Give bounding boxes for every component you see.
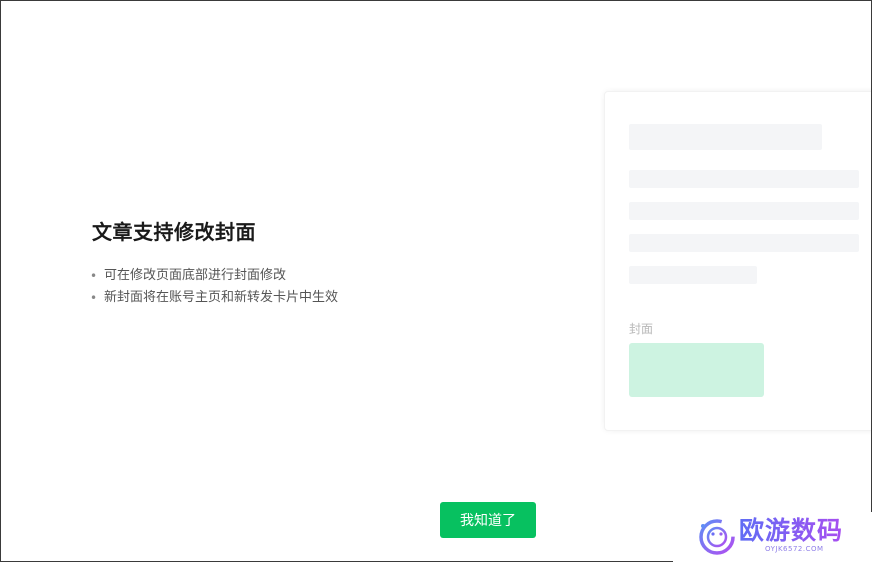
cover-label: 封面 xyxy=(629,322,654,336)
bullet-text: 新封面将在账号主页和新转发卡片中生效 xyxy=(104,290,339,305)
skeleton-title-line xyxy=(629,124,822,150)
skeleton-text-line xyxy=(629,234,859,252)
bullet-dot-icon: • xyxy=(90,291,98,305)
skeleton-text-line-short xyxy=(629,266,757,284)
watermark-subtext: OYJK6572.COM xyxy=(765,545,824,553)
article-preview-card: 封面 xyxy=(604,91,871,431)
cover-placeholder xyxy=(629,343,764,397)
bullet-dot-icon: • xyxy=(90,269,98,283)
watermark-text: 欧游数码 xyxy=(739,516,844,545)
skeleton-text-line xyxy=(629,202,859,220)
bullet-item: • 新封面将在账号主页和新转发卡片中生效 xyxy=(90,287,338,309)
skeleton-text-line xyxy=(629,170,859,188)
watermark: 欧游数码 OYJK6572.COM xyxy=(673,512,872,562)
feature-bullet-list: • 可在修改页面底部进行封面修改 • 新封面将在账号主页和新转发卡片中生效 xyxy=(90,265,338,309)
bullet-item: • 可在修改页面底部进行封面修改 xyxy=(90,265,338,287)
watermark-logo-icon xyxy=(699,519,735,555)
got-it-button[interactable]: 我知道了 xyxy=(440,502,536,538)
bullet-text: 可在修改页面底部进行封面修改 xyxy=(104,268,287,283)
feature-tip-dialog: 文章支持修改封面 • 可在修改页面底部进行封面修改 • 新封面将在账号主页和新转… xyxy=(0,0,872,562)
dialog-title: 文章支持修改封面 xyxy=(92,220,256,244)
